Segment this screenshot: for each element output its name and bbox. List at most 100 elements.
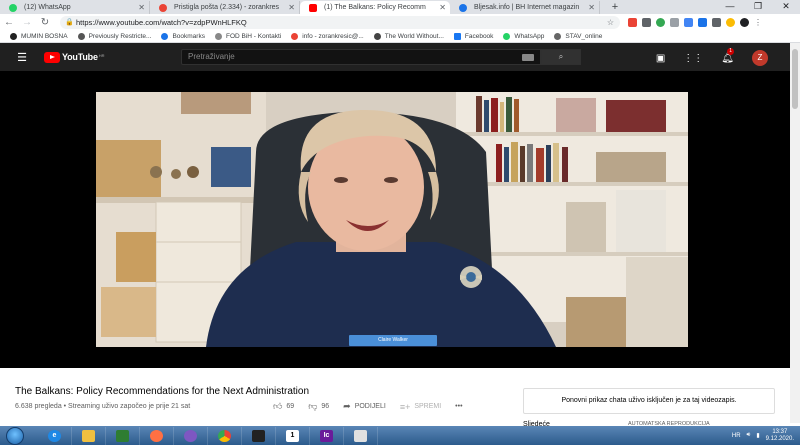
chat-notice-text: Ponovni prikaz chata uživo isključen je …: [561, 397, 737, 404]
search-placeholder: Pretraživanje: [188, 52, 235, 61]
bookmark-label: Previously Restricte...: [88, 33, 152, 40]
lock-icon[interactable]: 🔒: [65, 16, 74, 29]
dislike-button[interactable]: 👎︎ 96: [308, 401, 329, 412]
tab-title: (1) The Balkans: Policy Recomm: [324, 4, 426, 11]
search-icon: ⌕: [558, 52, 564, 61]
add-to-playlist-icon: ≡+: [399, 401, 411, 412]
extension-icon[interactable]: [656, 18, 665, 27]
video-frame[interactable]: Claire Walker: [96, 92, 688, 347]
share-icon: ➦: [343, 401, 351, 411]
video-player[interactable]: Claire Walker: [0, 71, 790, 368]
back-icon[interactable]: ←: [0, 17, 18, 28]
bookmark-label: The World Without...: [384, 33, 444, 40]
volume-icon[interactable]: 🔊︎: [747, 432, 751, 439]
profile-icon[interactable]: [740, 18, 749, 27]
taskbar-app[interactable]: [344, 426, 378, 445]
search-button[interactable]: ⌕: [541, 49, 581, 65]
page-scrollbar[interactable]: [790, 43, 800, 423]
bookmark-label: STAV_online: [565, 33, 603, 40]
tab-bljesak[interactable]: Bljesak.info | BH Internet magazin ✕: [450, 1, 600, 14]
menu-dots-icon[interactable]: ⋮: [754, 18, 763, 27]
bookmark-item[interactable]: FOD BiH - Kontakti: [214, 33, 281, 40]
viber-icon: [184, 429, 197, 442]
close-icon[interactable]: ✕: [588, 1, 595, 14]
country-code: HR: [98, 52, 105, 58]
bookmark-label: info - zorankresic@...: [302, 33, 364, 40]
tab-youtube[interactable]: (1) The Balkans: Policy Recomm ✕: [300, 1, 450, 14]
bookmark-item[interactable]: MUMIN BOSNA: [10, 33, 68, 40]
taskbar-app[interactable]: [140, 426, 174, 445]
save-button[interactable]: ≡+ SPREMI: [400, 402, 441, 412]
bookmark-item[interactable]: Previously Restricte...: [77, 33, 152, 40]
extension-icon[interactable]: [712, 18, 721, 27]
share-button[interactable]: ➦ PODIJELI: [343, 401, 386, 412]
whatsapp-icon: [503, 33, 511, 40]
more-actions-button[interactable]: •••: [455, 403, 462, 410]
thumbs-up-icon: 👍︎: [273, 401, 283, 411]
extension-icon[interactable]: [670, 18, 679, 27]
tab-title: Pristigla pošta (2.334) - zorankres: [174, 4, 280, 11]
reload-icon[interactable]: ↻: [36, 17, 54, 28]
youtube-play-icon: [44, 51, 60, 63]
close-icon[interactable]: ✕: [288, 1, 295, 14]
extension-icon[interactable]: [642, 18, 651, 27]
bookmark-item[interactable]: The World Without...: [373, 33, 444, 40]
avatar[interactable]: Z: [752, 50, 768, 66]
notification-badge: 1: [727, 47, 735, 55]
create-video-icon[interactable]: ▣: [656, 53, 665, 64]
tab-gmail[interactable]: Pristigla pošta (2.334) - zorankres ✕: [150, 1, 300, 14]
taskbar-app[interactable]: e: [38, 426, 72, 445]
taskbar-app[interactable]: [242, 426, 276, 445]
more-icon: •••: [455, 403, 463, 410]
bookmark-item[interactable]: Facebook: [453, 33, 493, 40]
url-text: https://www.youtube.com/watch?v=zdpPWnHL…: [76, 18, 247, 27]
url-input[interactable]: 🔒 https://www.youtube.com/watch?v=zdpPWn…: [60, 16, 620, 29]
bookmark-item[interactable]: STAV_online: [554, 33, 602, 40]
extension-icon[interactable]: [628, 18, 637, 27]
scrollbar-thumb[interactable]: [792, 49, 798, 109]
like-count: 69: [286, 403, 295, 410]
star-icon[interactable]: ☆: [607, 16, 614, 29]
apps-grid-icon[interactable]: ⋮⋮: [683, 53, 703, 64]
minimize-icon[interactable]: —: [716, 0, 744, 14]
search-input[interactable]: Pretraživanje: [181, 49, 541, 65]
extension-icon[interactable]: [726, 18, 735, 27]
gmail-icon: [291, 33, 299, 40]
taskbar-app[interactable]: [174, 426, 208, 445]
hamburger-menu-icon[interactable]: ☰: [0, 51, 44, 64]
start-button[interactable]: [6, 426, 24, 445]
bookmark-label: Bookmarks: [172, 33, 205, 40]
extension-icons: ⋮: [628, 18, 763, 27]
close-window-icon[interactable]: ✕: [772, 0, 800, 14]
taskbar-app[interactable]: [72, 426, 106, 445]
taskbar-app[interactable]: [106, 426, 140, 445]
like-button[interactable]: 👍︎ 69: [273, 401, 294, 412]
taskbar-app[interactable]: Ic: [310, 426, 344, 445]
bookmark-icon: [10, 33, 17, 40]
tab-title: (12) WhatsApp: [24, 4, 71, 11]
close-icon[interactable]: ✕: [439, 1, 446, 14]
extension-icon[interactable]: [698, 18, 707, 27]
youtube-logo[interactable]: YouTube HR: [44, 51, 105, 63]
header-actions: ▣ ⋮⋮ 🔔︎ 1 Z: [656, 47, 768, 66]
tab-whatsapp[interactable]: (12) WhatsApp ✕: [0, 1, 150, 14]
firefox-icon: [150, 429, 163, 442]
taskbar-app[interactable]: 1: [276, 426, 310, 445]
file-explorer-icon: [82, 429, 95, 442]
bookmark-item[interactable]: info - zorankresic@...: [291, 33, 364, 40]
bookmark-item[interactable]: Bookmarks: [161, 33, 205, 40]
clock[interactable]: 13:37 9.12.2020.: [766, 429, 794, 443]
close-icon[interactable]: ✕: [138, 1, 145, 14]
taskbar-app[interactable]: [208, 426, 242, 445]
extension-icon[interactable]: [684, 18, 693, 27]
bookmark-item[interactable]: WhatsApp: [503, 33, 544, 40]
forward-icon[interactable]: →: [18, 17, 36, 28]
new-tab-button[interactable]: +: [608, 1, 622, 14]
notifications-bell-icon[interactable]: 🔔︎ 1: [721, 47, 735, 64]
participant-nameplate: Claire Walker: [349, 335, 437, 346]
maximize-icon[interactable]: ❐: [744, 0, 772, 14]
network-icon[interactable]: ▮: [756, 432, 759, 439]
tab-strip: (12) WhatsApp ✕ Pristigla pošta (2.334) …: [0, 0, 800, 14]
keyboard-icon[interactable]: [522, 54, 534, 61]
language-indicator[interactable]: HR: [732, 433, 741, 439]
